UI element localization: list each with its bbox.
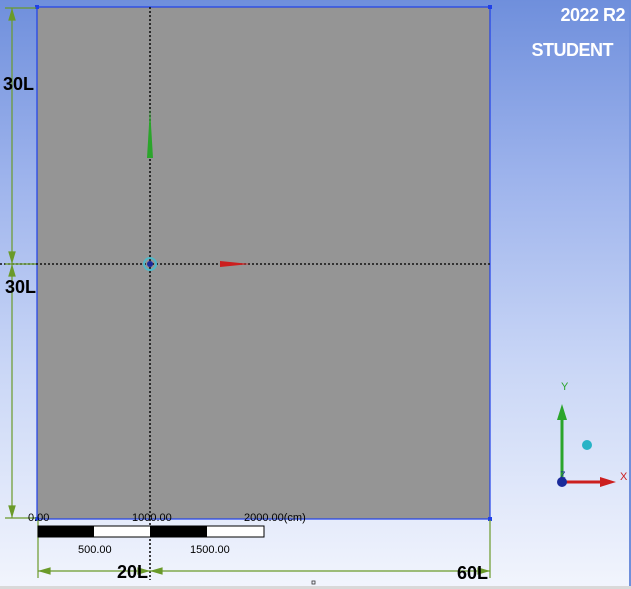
dimension-label-left-lower[interactable]: 30L	[5, 277, 36, 297]
version-label: 2022 R2	[560, 5, 625, 25]
ruler-label-2000: 2000.00(cm)	[244, 512, 306, 524]
triad-x-arrow	[600, 477, 616, 487]
ruler-label-0: 0.00	[28, 512, 49, 524]
model-canvas[interactable]: 30L 30L 20L 60L 0.00 1000.00 2000.00(cm)…	[0, 0, 631, 589]
orientation-triad[interactable]: Y X Z	[557, 381, 628, 487]
triad-y-label: Y	[561, 381, 569, 393]
dimension-label-bottom-right[interactable]: 60L	[457, 563, 488, 583]
graphics-viewport[interactable]: 30L 30L 20L 60L 0.00 1000.00 2000.00(cm)…	[0, 0, 631, 589]
triad-y-arrow	[557, 404, 567, 420]
dimension-label-left-upper[interactable]: 30L	[3, 74, 34, 94]
license-label: STUDENT	[531, 40, 614, 60]
ruler-segment	[38, 526, 94, 537]
isometric-view-ball[interactable]	[582, 440, 592, 450]
triad-z-label: Z	[560, 470, 566, 480]
ruler-label-1500: 1500.00	[190, 544, 230, 556]
ruler-label-500: 500.00	[78, 544, 112, 556]
dimension-label-bottom-left[interactable]: 20L	[117, 562, 148, 582]
triad-x-label: X	[620, 471, 628, 483]
ruler-label-1000: 1000.00	[132, 512, 172, 524]
ruler-segment	[150, 526, 207, 537]
bottom-marker	[311, 580, 316, 585]
fluid-domain[interactable]	[36, 6, 491, 520]
vertex-marker[interactable]	[488, 5, 492, 9]
